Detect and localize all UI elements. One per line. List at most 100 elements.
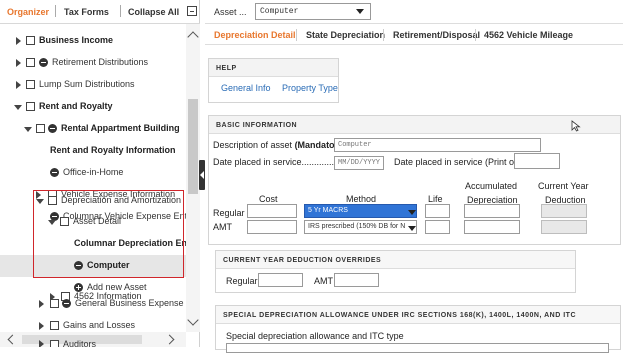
- tree-item-office-in-home[interactable]: Office-in-Home: [0, 162, 186, 184]
- checkbox-icon[interactable]: [50, 340, 59, 347]
- tree-item-label: Rent and Royalty Information: [50, 145, 176, 155]
- tree-item-rental-appartment-building[interactable]: Rental Appartment Building: [0, 118, 186, 140]
- deduction-overrides-section: CURRENT YEAR DEDUCTION OVERRIDES Regular…: [215, 250, 576, 293]
- checkbox-icon[interactable]: [26, 80, 35, 89]
- asset-select-value: Computer: [260, 7, 299, 16]
- tree-item-business-income[interactable]: Business Income: [0, 30, 186, 52]
- col-current-year-label: Current Year: [538, 181, 589, 191]
- chevron-down-icon: [408, 210, 416, 215]
- tab-depreciation-detail[interactable]: Depreciation Detail: [214, 30, 296, 40]
- method-regular-value: 5 Yr MACRS: [308, 207, 348, 214]
- asset-detail-panel: Asset ... Computer Depreciation Detail S…: [205, 0, 623, 353]
- tree-item-label: Business Income: [39, 35, 114, 45]
- chevron-right-icon[interactable]: [39, 322, 44, 330]
- chevron-down-icon[interactable]: [187, 314, 199, 326]
- tree-item-label: Retirement Distributions: [52, 57, 149, 67]
- checkbox-icon[interactable]: [26, 36, 35, 45]
- tab-separator: [55, 5, 56, 17]
- minus-circle-icon: [48, 124, 57, 133]
- chevron-right-icon[interactable]: [39, 300, 44, 308]
- minus-circle-icon: [50, 168, 59, 177]
- tree-item-label: Rental Appartment Building: [61, 123, 180, 133]
- cost-regular-input[interactable]: [247, 204, 297, 218]
- special-depreciation-section: SPECIAL DEPRECIATION ALLOWANCE UNDER IRC…: [215, 305, 621, 353]
- description-input[interactable]: Computer: [334, 138, 541, 152]
- chevron-down-icon[interactable]: [14, 105, 22, 110]
- special-depreciation-title: SPECIAL DEPRECIATION ALLOWANCE UNDER IRC…: [216, 306, 620, 324]
- general-info-link[interactable]: General Info: [221, 83, 271, 93]
- chevron-right-icon[interactable]: [16, 81, 21, 89]
- date-placed-print-label: Date placed in service (Print only): [394, 157, 529, 167]
- deduction-regular-input: [541, 204, 587, 218]
- chevron-down-icon: [356, 9, 364, 14]
- scrollbar-thumb[interactable]: [188, 99, 198, 194]
- accumulated-regular-input[interactable]: [464, 204, 520, 218]
- mouse-cursor-icon: [571, 120, 581, 132]
- tree-item-retirement-distributions[interactable]: Retirement Distributions: [0, 52, 186, 74]
- checkbox-icon[interactable]: [50, 321, 59, 330]
- tab-retirement-disposal[interactable]: Retirement/Disposal: [393, 30, 480, 40]
- asset-select[interactable]: Computer: [255, 3, 371, 20]
- help-section: HELP General Info Property Type: [208, 58, 339, 103]
- tab-state-depreciation[interactable]: State Depreciation: [306, 30, 385, 40]
- tree-item-lump-sum-distributions[interactable]: Lump Sum Distributions: [0, 74, 186, 96]
- checkbox-icon[interactable]: [26, 58, 35, 67]
- date-placed-label-text: Date placed in service: [213, 157, 302, 167]
- tree-item-gains-and-losses[interactable]: Gains and Losses: [0, 315, 186, 337]
- tree-item-general-business-expense[interactable]: General Business Expense: [0, 293, 186, 315]
- collapse-all-icon[interactable]: [187, 6, 197, 16]
- tree-item-label: Auditors: [63, 339, 97, 347]
- chevron-down-icon: [408, 226, 416, 231]
- tab-separator: [120, 5, 121, 17]
- checkbox-icon[interactable]: [50, 299, 59, 308]
- chevron-right-icon[interactable]: [39, 340, 44, 347]
- tab-organizer[interactable]: Organizer: [7, 7, 49, 17]
- date-placed-label: Date placed in service..................: [213, 157, 347, 167]
- chevron-down-icon[interactable]: [24, 127, 32, 132]
- chevron-right-icon[interactable]: [16, 37, 21, 45]
- col-accumulated-label: Accumulated: [465, 181, 518, 191]
- deduction-amt-input: [541, 220, 587, 234]
- col-method-label: Method: [346, 194, 377, 204]
- checkbox-icon[interactable]: [26, 102, 35, 111]
- selection-highlight-box: [33, 190, 184, 278]
- special-type-label: Special depreciation allowance and ITC t…: [226, 331, 404, 341]
- tab-separator: [296, 29, 297, 41]
- tree-item-label: Office-in-Home: [63, 167, 124, 177]
- deduction-overrides-title: CURRENT YEAR DEDUCTION OVERRIDES: [216, 251, 575, 269]
- col-life-label: Life: [428, 194, 443, 204]
- date-placed-print-input[interactable]: [514, 153, 560, 169]
- detail-tab-bar: Depreciation Detail State Depreciation R…: [205, 23, 623, 45]
- tab-tax-forms[interactable]: Tax Forms: [64, 7, 109, 17]
- method-amt-value: IRS prescribed (150% DB for N: [308, 223, 406, 230]
- accumulated-amt-input[interactable]: [464, 220, 520, 234]
- basic-information-title: BASIC INFORMATION: [209, 116, 620, 134]
- chevron-up-icon[interactable]: [187, 31, 199, 43]
- row-amt-label: AMT: [213, 222, 232, 232]
- tab-4562-vehicle-mileage[interactable]: 4562 Vehicle Mileage: [484, 30, 573, 40]
- chevron-right-icon[interactable]: [16, 59, 21, 67]
- method-regular-select[interactable]: 5 Yr MACRS: [304, 204, 417, 218]
- asset-label: Asset ...: [214, 7, 247, 17]
- life-regular-input[interactable]: [425, 204, 450, 218]
- help-section-title: HELP: [209, 59, 338, 77]
- checkbox-icon[interactable]: [36, 124, 45, 133]
- cost-amt-input[interactable]: [247, 220, 297, 234]
- property-type-link[interactable]: Property Type: [282, 83, 338, 93]
- override-amt-input[interactable]: [334, 273, 379, 287]
- left-tab-bar: Organizer Tax Forms Collapse All: [0, 0, 200, 24]
- tree-item-label: General Business Expense: [75, 298, 184, 308]
- tree-item-rent-and-royalty[interactable]: Rent and Royalty: [0, 96, 186, 118]
- special-type-select[interactable]: [226, 343, 609, 353]
- tree-vertical-scrollbar[interactable]: [186, 24, 200, 332]
- date-placed-input[interactable]: MM/DD/YYYY: [334, 156, 384, 170]
- description-label-text: Description of asset: [213, 140, 293, 150]
- tree-item-auditors[interactable]: Auditors: [0, 336, 186, 347]
- override-regular-input[interactable]: [258, 273, 303, 287]
- tree-item-label: Lump Sum Distributions: [39, 79, 135, 89]
- life-amt-input[interactable]: [425, 220, 450, 234]
- tree-item-rent-and-royalty-information[interactable]: Rent and Royalty Information: [0, 140, 186, 162]
- minus-circle-icon: [39, 58, 48, 67]
- collapse-all-button[interactable]: Collapse All: [128, 7, 179, 17]
- method-amt-select[interactable]: IRS prescribed (150% DB for N: [304, 220, 417, 234]
